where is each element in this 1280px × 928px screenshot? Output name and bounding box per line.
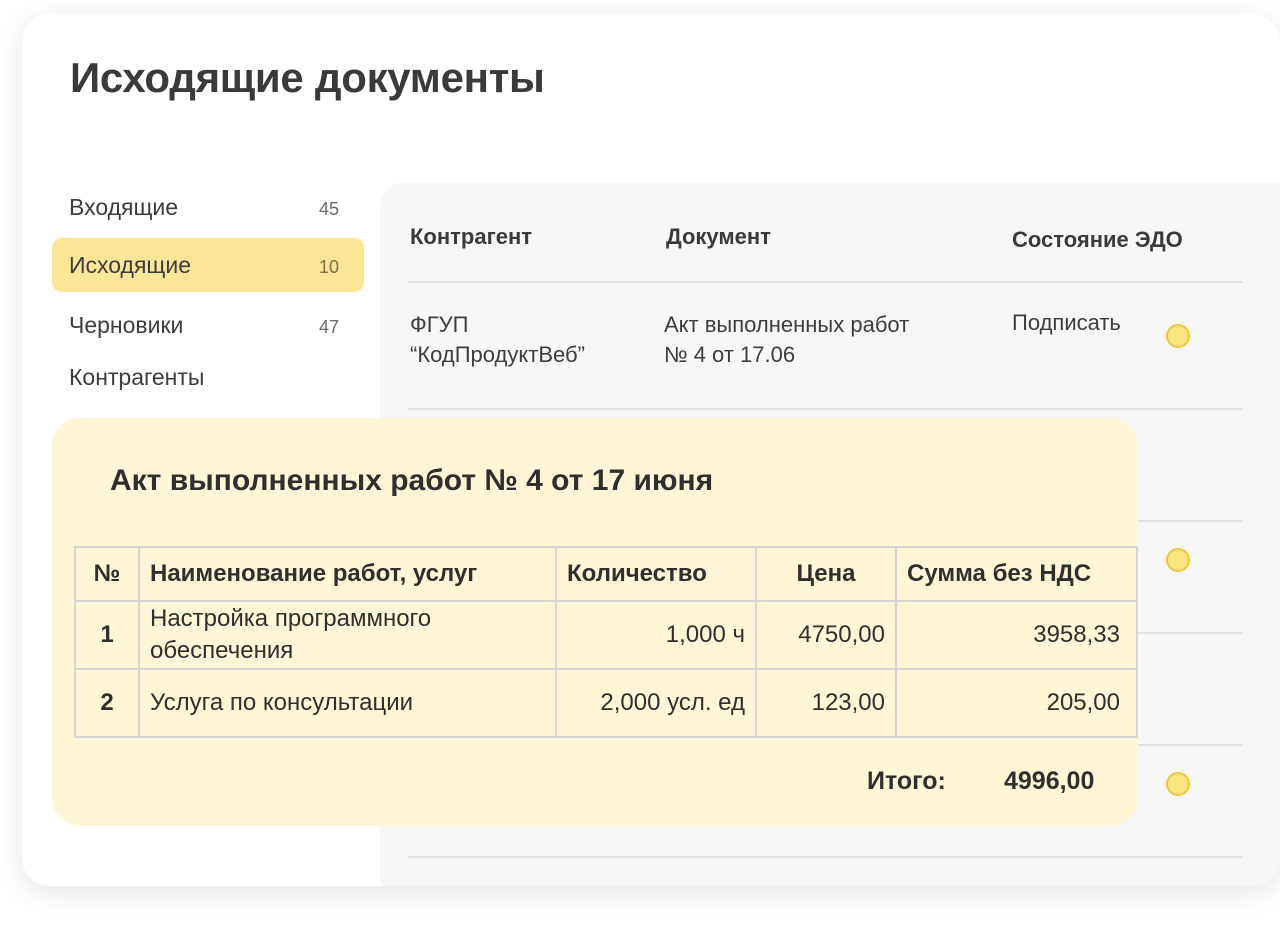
- document-name-line: № 4 от 17.06: [664, 342, 796, 367]
- column-header-counterparty[interactable]: Контрагент: [410, 224, 532, 250]
- sidebar-item-count: 10: [318, 257, 339, 277]
- total-value: 4996,00: [1004, 767, 1095, 795]
- price-cell: 123,00: [755, 668, 897, 738]
- counterparty-name-line: ФГУП: [410, 312, 469, 337]
- table-row: 1 Настройка программного обеспечения 1,0…: [74, 600, 1138, 670]
- status-action-link[interactable]: Подписать: [1012, 308, 1121, 338]
- sidebar-item-label: Черновики: [69, 312, 184, 338]
- row-number: 1: [74, 600, 140, 670]
- status-dot-icon: [1166, 772, 1190, 796]
- sum-cell: 3958,33: [895, 600, 1138, 670]
- quantity-cell: 2,000 усл. ед: [555, 668, 757, 738]
- column-header-document[interactable]: Документ: [666, 224, 771, 250]
- act-preview-card: Акт выполненных работ № 4 от 17 июня № Н…: [52, 418, 1138, 826]
- sidebar-item-label: Исходящие: [69, 252, 191, 278]
- counterparty-cell: ФГУП “КодПродуктВеб”: [410, 310, 585, 370]
- table-row: 2 Услуга по консультации 2,000 усл. ед 1…: [74, 668, 1138, 738]
- service-name: Настройка программного обеспечения: [138, 600, 557, 670]
- sidebar-item-counterparties[interactable]: Контрагенты: [52, 350, 364, 404]
- counterparty-name-line: “КодПродуктВеб”: [410, 342, 585, 367]
- sum-cell: 205,00: [895, 668, 1138, 738]
- table-header-row: № Наименование работ, услуг Количество Ц…: [74, 546, 1138, 602]
- sidebar-item-drafts[interactable]: Черновики 47: [52, 298, 364, 352]
- sidebar-item-label: Контрагенты: [69, 364, 205, 390]
- page-title: Исходящие документы: [70, 54, 545, 101]
- status-dot-icon: [1166, 324, 1190, 348]
- sidebar-item-incoming[interactable]: Входящие 45: [52, 180, 364, 234]
- column-header-price: Цена: [755, 546, 897, 602]
- act-items-table: № Наименование работ, услуг Количество Ц…: [74, 546, 1138, 738]
- sidebar-item-label: Входящие: [69, 194, 179, 220]
- act-title: Акт выполненных работ № 4 от 17 июня: [110, 464, 714, 497]
- row-number: 2: [74, 668, 140, 738]
- column-header-name: Наименование работ, услуг: [138, 546, 557, 602]
- price-cell: 4750,00: [755, 600, 897, 670]
- column-header-number: №: [74, 546, 140, 602]
- column-header-quantity: Количество: [555, 546, 757, 602]
- status-dot-icon: [1166, 548, 1190, 572]
- sidebar-item-count: 45: [318, 199, 339, 219]
- column-header-status[interactable]: Состояние ЭДО: [1012, 227, 1183, 253]
- quantity-cell: 1,000 ч: [555, 600, 757, 670]
- document-cell: Акт выполненных работ № 4 от 17.06: [664, 310, 909, 370]
- document-name-line: Акт выполненных работ: [664, 312, 910, 337]
- row-divider: [408, 408, 1242, 410]
- sidebar: Входящие 45 Исходящие 10 Черновики 47 Ко…: [52, 180, 364, 404]
- row-divider: [408, 856, 1242, 858]
- column-header-sum: Сумма без НДС: [895, 546, 1138, 602]
- sidebar-item-outgoing[interactable]: Исходящие 10: [52, 238, 364, 292]
- row-divider: [408, 281, 1242, 283]
- total-label: Итого:: [867, 767, 946, 795]
- service-name: Услуга по консультации: [138, 668, 557, 738]
- sidebar-item-count: 47: [318, 317, 339, 337]
